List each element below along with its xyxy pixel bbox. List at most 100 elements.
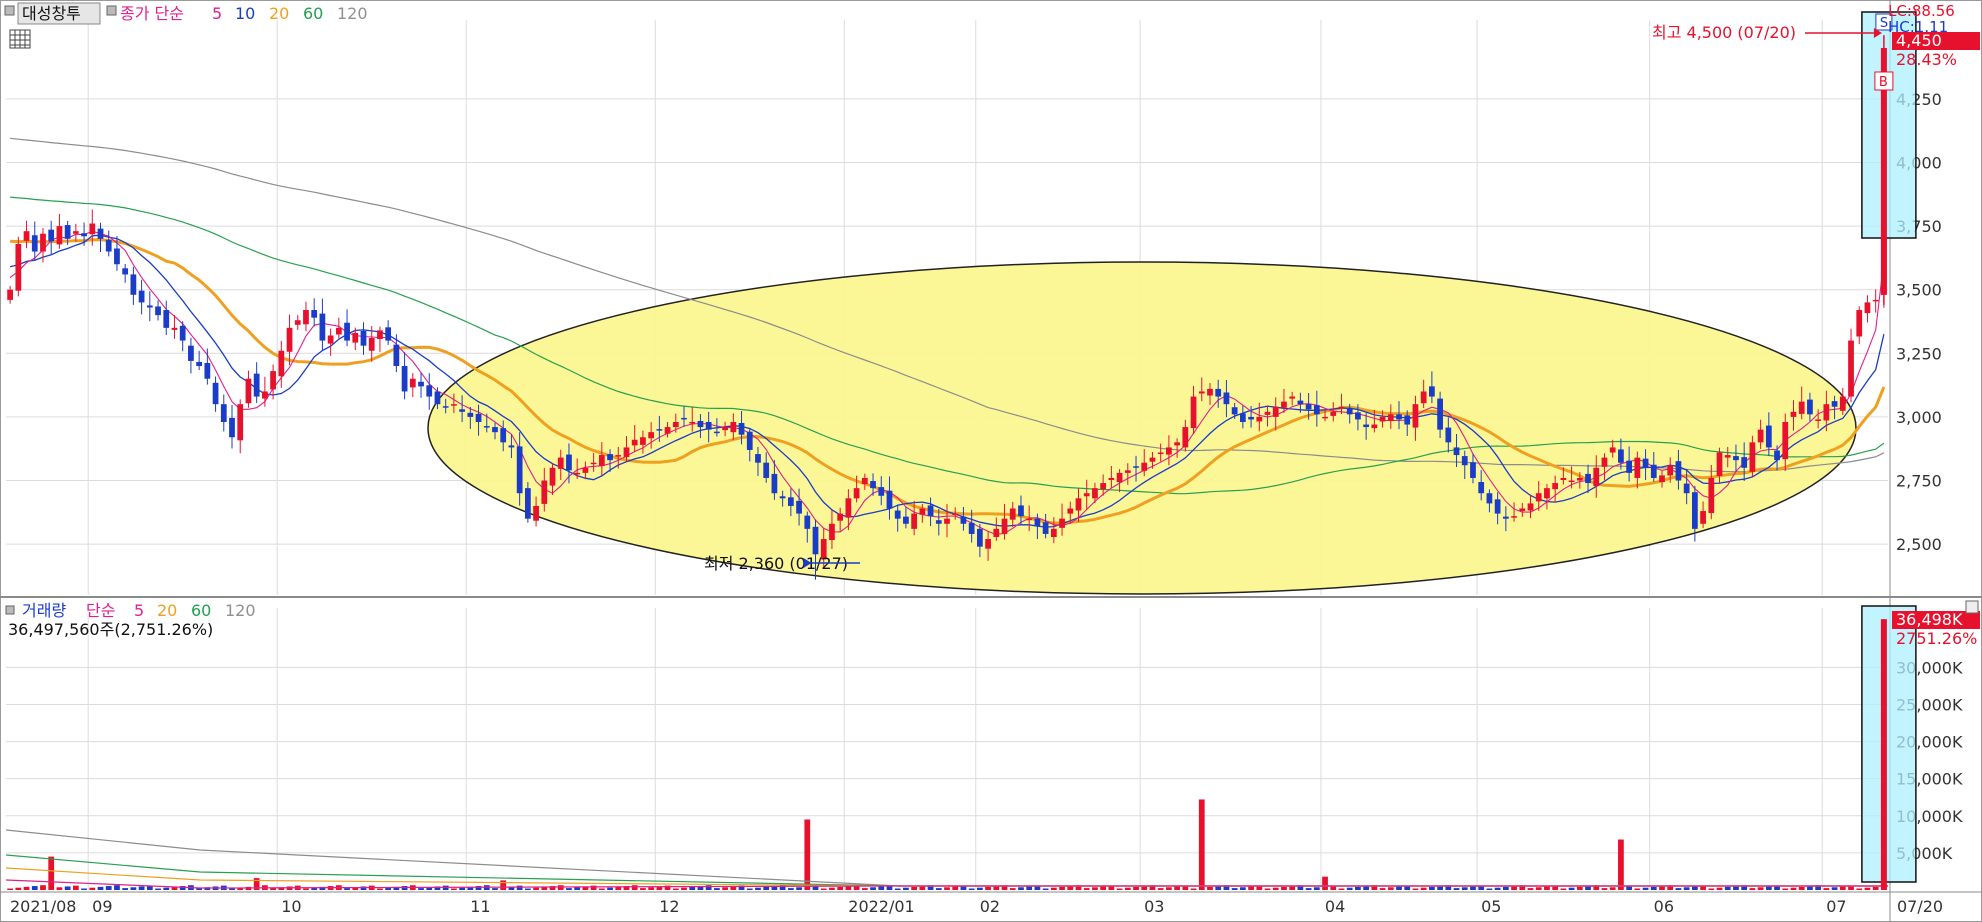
volume-ma-period: 5 [134, 601, 144, 620]
candle-body [1872, 299, 1879, 302]
volume-bar [303, 888, 309, 890]
candle-body [1733, 456, 1739, 461]
candle-body [1576, 477, 1583, 481]
volume-bar [566, 888, 572, 890]
volume-bar [1100, 886, 1107, 890]
volume-bar [1092, 887, 1098, 890]
candle-body [993, 528, 1000, 537]
candle-body [262, 391, 268, 399]
candle-body [1429, 386, 1435, 397]
candle-body [1018, 505, 1024, 517]
volume-bar [1412, 888, 1419, 890]
candle-body [1560, 477, 1567, 480]
volume-bar [985, 886, 991, 890]
volume-bar [935, 888, 942, 890]
price-ma-period: 10 [235, 4, 255, 23]
last-volume-label: 36,498K [1896, 610, 1963, 629]
candle-body [1823, 404, 1830, 421]
candle-body [771, 473, 778, 494]
candle-body [886, 490, 893, 509]
candle-body [270, 371, 276, 390]
volume-bar [1486, 888, 1493, 890]
time-axis-label: 06 [1654, 897, 1674, 916]
candle-body [1198, 391, 1205, 394]
candle-body [1839, 396, 1846, 411]
volume-bar [1322, 876, 1328, 890]
legend-toggle-icon [4, 5, 15, 16]
volume-bar [1650, 886, 1657, 890]
candle-body [1050, 528, 1057, 537]
candle-body [738, 423, 745, 435]
candle-body [829, 523, 835, 541]
volume-bar [1659, 886, 1665, 890]
price-ma-period: 120 [337, 4, 368, 23]
time-axis-label: 02 [980, 897, 1000, 916]
candle-body [1067, 508, 1074, 514]
volume-bar [1042, 888, 1049, 890]
candle-body [97, 228, 104, 239]
candle-body [1133, 466, 1139, 468]
volume-bar [418, 888, 424, 890]
volume-bar [1470, 886, 1476, 890]
candle-body [1330, 411, 1337, 416]
candle-body [179, 325, 186, 341]
candle-body [1724, 455, 1731, 458]
candle-body [475, 413, 482, 422]
volume-bar [344, 888, 350, 890]
price-tick-label: 2,750 [1896, 472, 1942, 491]
candle-body [1305, 404, 1312, 410]
candle-body [1149, 457, 1156, 462]
time-axis-label: 05 [1481, 897, 1501, 916]
candle-body [1297, 400, 1304, 405]
candle-body [1470, 462, 1476, 478]
candle-body [1059, 518, 1065, 528]
volume-bar [1733, 886, 1739, 890]
volume-bar [1207, 886, 1213, 890]
volume-bar [746, 888, 753, 890]
volume-bar [689, 886, 696, 890]
candle-body [935, 520, 942, 524]
candle-body [1609, 447, 1616, 453]
volume-bar [1026, 886, 1033, 890]
candle-body [1239, 413, 1246, 422]
candle-body [730, 421, 737, 433]
volume-bar [787, 888, 794, 890]
candle-body [631, 439, 638, 446]
volume-bar [524, 888, 531, 890]
candle-body [1100, 483, 1107, 490]
candle-body [664, 427, 671, 434]
candle-body [1478, 482, 1485, 494]
volume-bar [574, 887, 581, 890]
volume-bar [56, 887, 63, 890]
volume-bar [15, 887, 22, 890]
candle-body [705, 421, 712, 430]
candle-body [434, 391, 441, 405]
stock-chart[interactable]: 2,5002,7503,0003,2503,5003,7504,0004,250… [0, 0, 1982, 922]
volume-bar [64, 886, 71, 890]
volume-bar [878, 886, 885, 890]
volume-bar [1166, 887, 1172, 890]
candle-body [171, 327, 178, 330]
price-tick-label: 2,500 [1896, 535, 1942, 554]
volume-bar [1872, 886, 1879, 890]
candle-body [1535, 493, 1542, 502]
candle-body [1379, 416, 1386, 422]
volume-bar [837, 886, 844, 890]
volume-bar [944, 887, 950, 890]
candle-body [927, 505, 934, 517]
volume-bar [1535, 887, 1542, 890]
candle-body [681, 417, 687, 420]
candle-body [319, 313, 326, 341]
legend-toggle-icon [5, 605, 15, 615]
candle-body [188, 345, 194, 361]
volume-bar [911, 886, 918, 890]
candle-body [409, 378, 416, 388]
candle-body [1034, 518, 1041, 527]
volume-bar [870, 887, 876, 890]
volume-bar [1141, 886, 1148, 890]
candle-body [418, 381, 424, 387]
candle-body [1264, 411, 1271, 415]
candle-body [524, 488, 531, 519]
last-volume-change-label: 2751.26% [1896, 629, 1977, 648]
time-axis-label: 12 [659, 897, 679, 916]
